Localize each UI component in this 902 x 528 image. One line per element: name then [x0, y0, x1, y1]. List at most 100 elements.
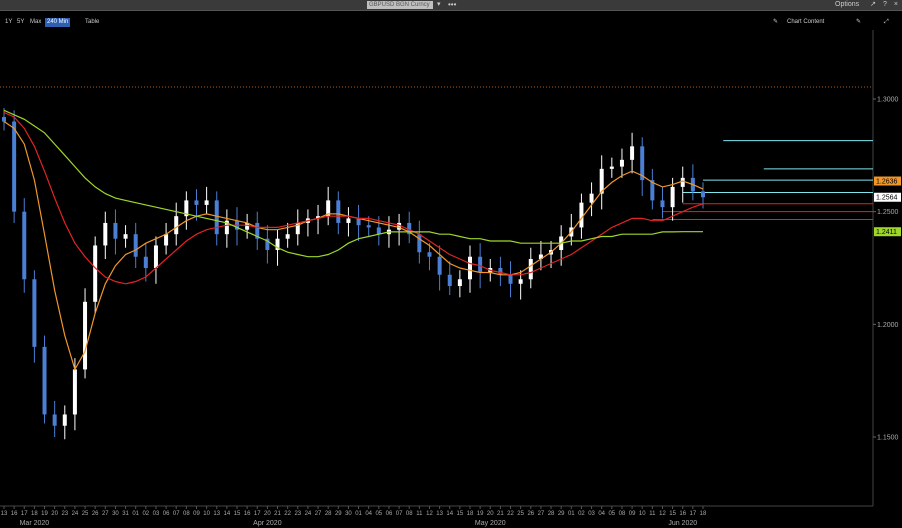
xtick-label-18: 08 [183, 511, 190, 517]
candle-body-20 [204, 200, 209, 205]
month-label-2: May 2020 [475, 520, 506, 527]
xtick-label-55: 29 [558, 511, 565, 517]
candle-body-42 [427, 252, 432, 257]
xtick-label-28: 22 [284, 511, 291, 517]
xtick-label-57: 02 [578, 511, 585, 517]
xtick-label-56: 01 [568, 511, 575, 517]
candle-body-13 [133, 234, 138, 257]
xtick-label-33: 29 [335, 511, 342, 517]
candle-body-47 [478, 256, 483, 273]
xtick-label-43: 13 [436, 511, 443, 517]
xtick-label-64: 11 [649, 511, 656, 517]
xtick-label-32: 28 [325, 511, 332, 517]
xtick-label-25: 17 [254, 511, 261, 517]
candle-body-67 [680, 177, 685, 187]
candle-body-52 [528, 258, 533, 280]
price-label-0: 1.2636 [876, 179, 898, 186]
xtick-label-24: 16 [244, 511, 251, 517]
candle-body-6 [62, 414, 67, 426]
xtick-label-58: 03 [588, 511, 595, 517]
xtick-label-16: 06 [163, 511, 170, 517]
xtick-label-15: 03 [153, 511, 160, 517]
candle-body-43 [437, 256, 442, 275]
candle-body-0 [2, 117, 6, 122]
month-label-1: Apr 2020 [253, 520, 282, 527]
xtick-label-54: 28 [548, 511, 555, 517]
xtick-label-29: 23 [294, 511, 301, 517]
xtick-label-2: 17 [21, 511, 28, 517]
xtick-label-13: 01 [132, 511, 139, 517]
candle-body-33 [336, 200, 341, 223]
xtick-label-6: 23 [61, 511, 68, 517]
candle-body-17 [174, 216, 179, 235]
xtick-label-4: 19 [41, 511, 48, 517]
ytick-label-0: 1.3000 [877, 97, 899, 104]
xtick-label-30: 24 [305, 511, 312, 517]
xtick-label-19: 09 [193, 511, 200, 517]
price-chart[interactable]: 1.3000 1.2500 1.2000 1.1500 1.2636 1.2564 1.24… [0, 0, 902, 528]
xtick-label-48: 20 [487, 511, 494, 517]
moving-average-line-2 [3, 109, 703, 258]
candle-body-15 [153, 245, 158, 268]
candle-body-2 [22, 211, 27, 280]
candle-body-8 [83, 301, 88, 370]
xtick-label-21: 13 [213, 511, 220, 517]
xtick-label-52: 26 [527, 511, 534, 517]
ytick-label-3: 1.1500 [877, 435, 899, 442]
xtick-label-68: 17 [690, 511, 697, 517]
xtick-label-44: 14 [446, 511, 453, 517]
candle-body-7 [72, 369, 77, 415]
candle-body-10 [103, 222, 108, 246]
candle-body-37 [376, 227, 381, 235]
xtick-label-11: 30 [112, 511, 119, 517]
xtick-label-35: 01 [355, 511, 362, 517]
ytick-label-2: 1.2000 [877, 322, 899, 329]
xtick-label-53: 27 [538, 511, 545, 517]
xtick-label-50: 22 [507, 511, 514, 517]
candle-body-28 [285, 234, 290, 239]
xtick-label-26: 20 [264, 511, 271, 517]
candle-body-51 [518, 279, 523, 284]
xtick-label-7: 24 [72, 511, 79, 517]
xtick-label-0: 13 [1, 511, 8, 517]
xtick-label-37: 05 [375, 511, 382, 517]
xtick-label-67: 16 [679, 511, 686, 517]
candle-body-21 [214, 200, 219, 235]
candle-body-69 [701, 191, 705, 198]
candle-body-49 [498, 268, 503, 275]
xtick-label-36: 04 [365, 511, 372, 517]
xtick-label-45: 15 [457, 511, 464, 517]
candle-body-16 [164, 234, 169, 246]
candle-body-61 [619, 159, 624, 167]
xtick-label-27: 21 [274, 511, 281, 517]
xtick-label-66: 15 [669, 511, 676, 517]
candle-body-62 [630, 146, 635, 160]
xtick-label-31: 27 [315, 511, 322, 517]
xtick-label-12: 31 [122, 511, 129, 517]
xtick-label-62: 09 [629, 511, 636, 517]
xtick-label-22: 14 [224, 511, 231, 517]
xtick-label-17: 07 [173, 511, 180, 517]
xtick-label-42: 12 [426, 511, 433, 517]
candle-body-46 [468, 256, 472, 280]
xtick-label-38: 06 [386, 511, 393, 517]
candle-body-12 [123, 234, 128, 239]
xtick-label-23: 15 [234, 511, 241, 517]
candle-body-1 [12, 121, 17, 212]
ytick-label-1: 1.2500 [877, 209, 899, 216]
xtick-label-14: 02 [142, 511, 149, 517]
month-label-0: Mar 2020 [20, 520, 50, 527]
candle-body-41 [417, 234, 422, 253]
candle-body-4 [42, 346, 47, 415]
candle-body-57 [579, 202, 584, 228]
xtick-label-1: 16 [11, 511, 18, 517]
candle-body-50 [508, 274, 513, 284]
price-label-1: 1.2564 [876, 195, 898, 202]
candle-body-65 [660, 200, 665, 208]
xtick-label-49: 21 [497, 511, 504, 517]
xtick-label-40: 08 [406, 511, 413, 517]
price-label-2: 1.2411 [876, 229, 897, 236]
xtick-label-60: 05 [608, 511, 615, 517]
xtick-label-65: 12 [659, 511, 666, 517]
xtick-label-20: 10 [203, 511, 210, 517]
